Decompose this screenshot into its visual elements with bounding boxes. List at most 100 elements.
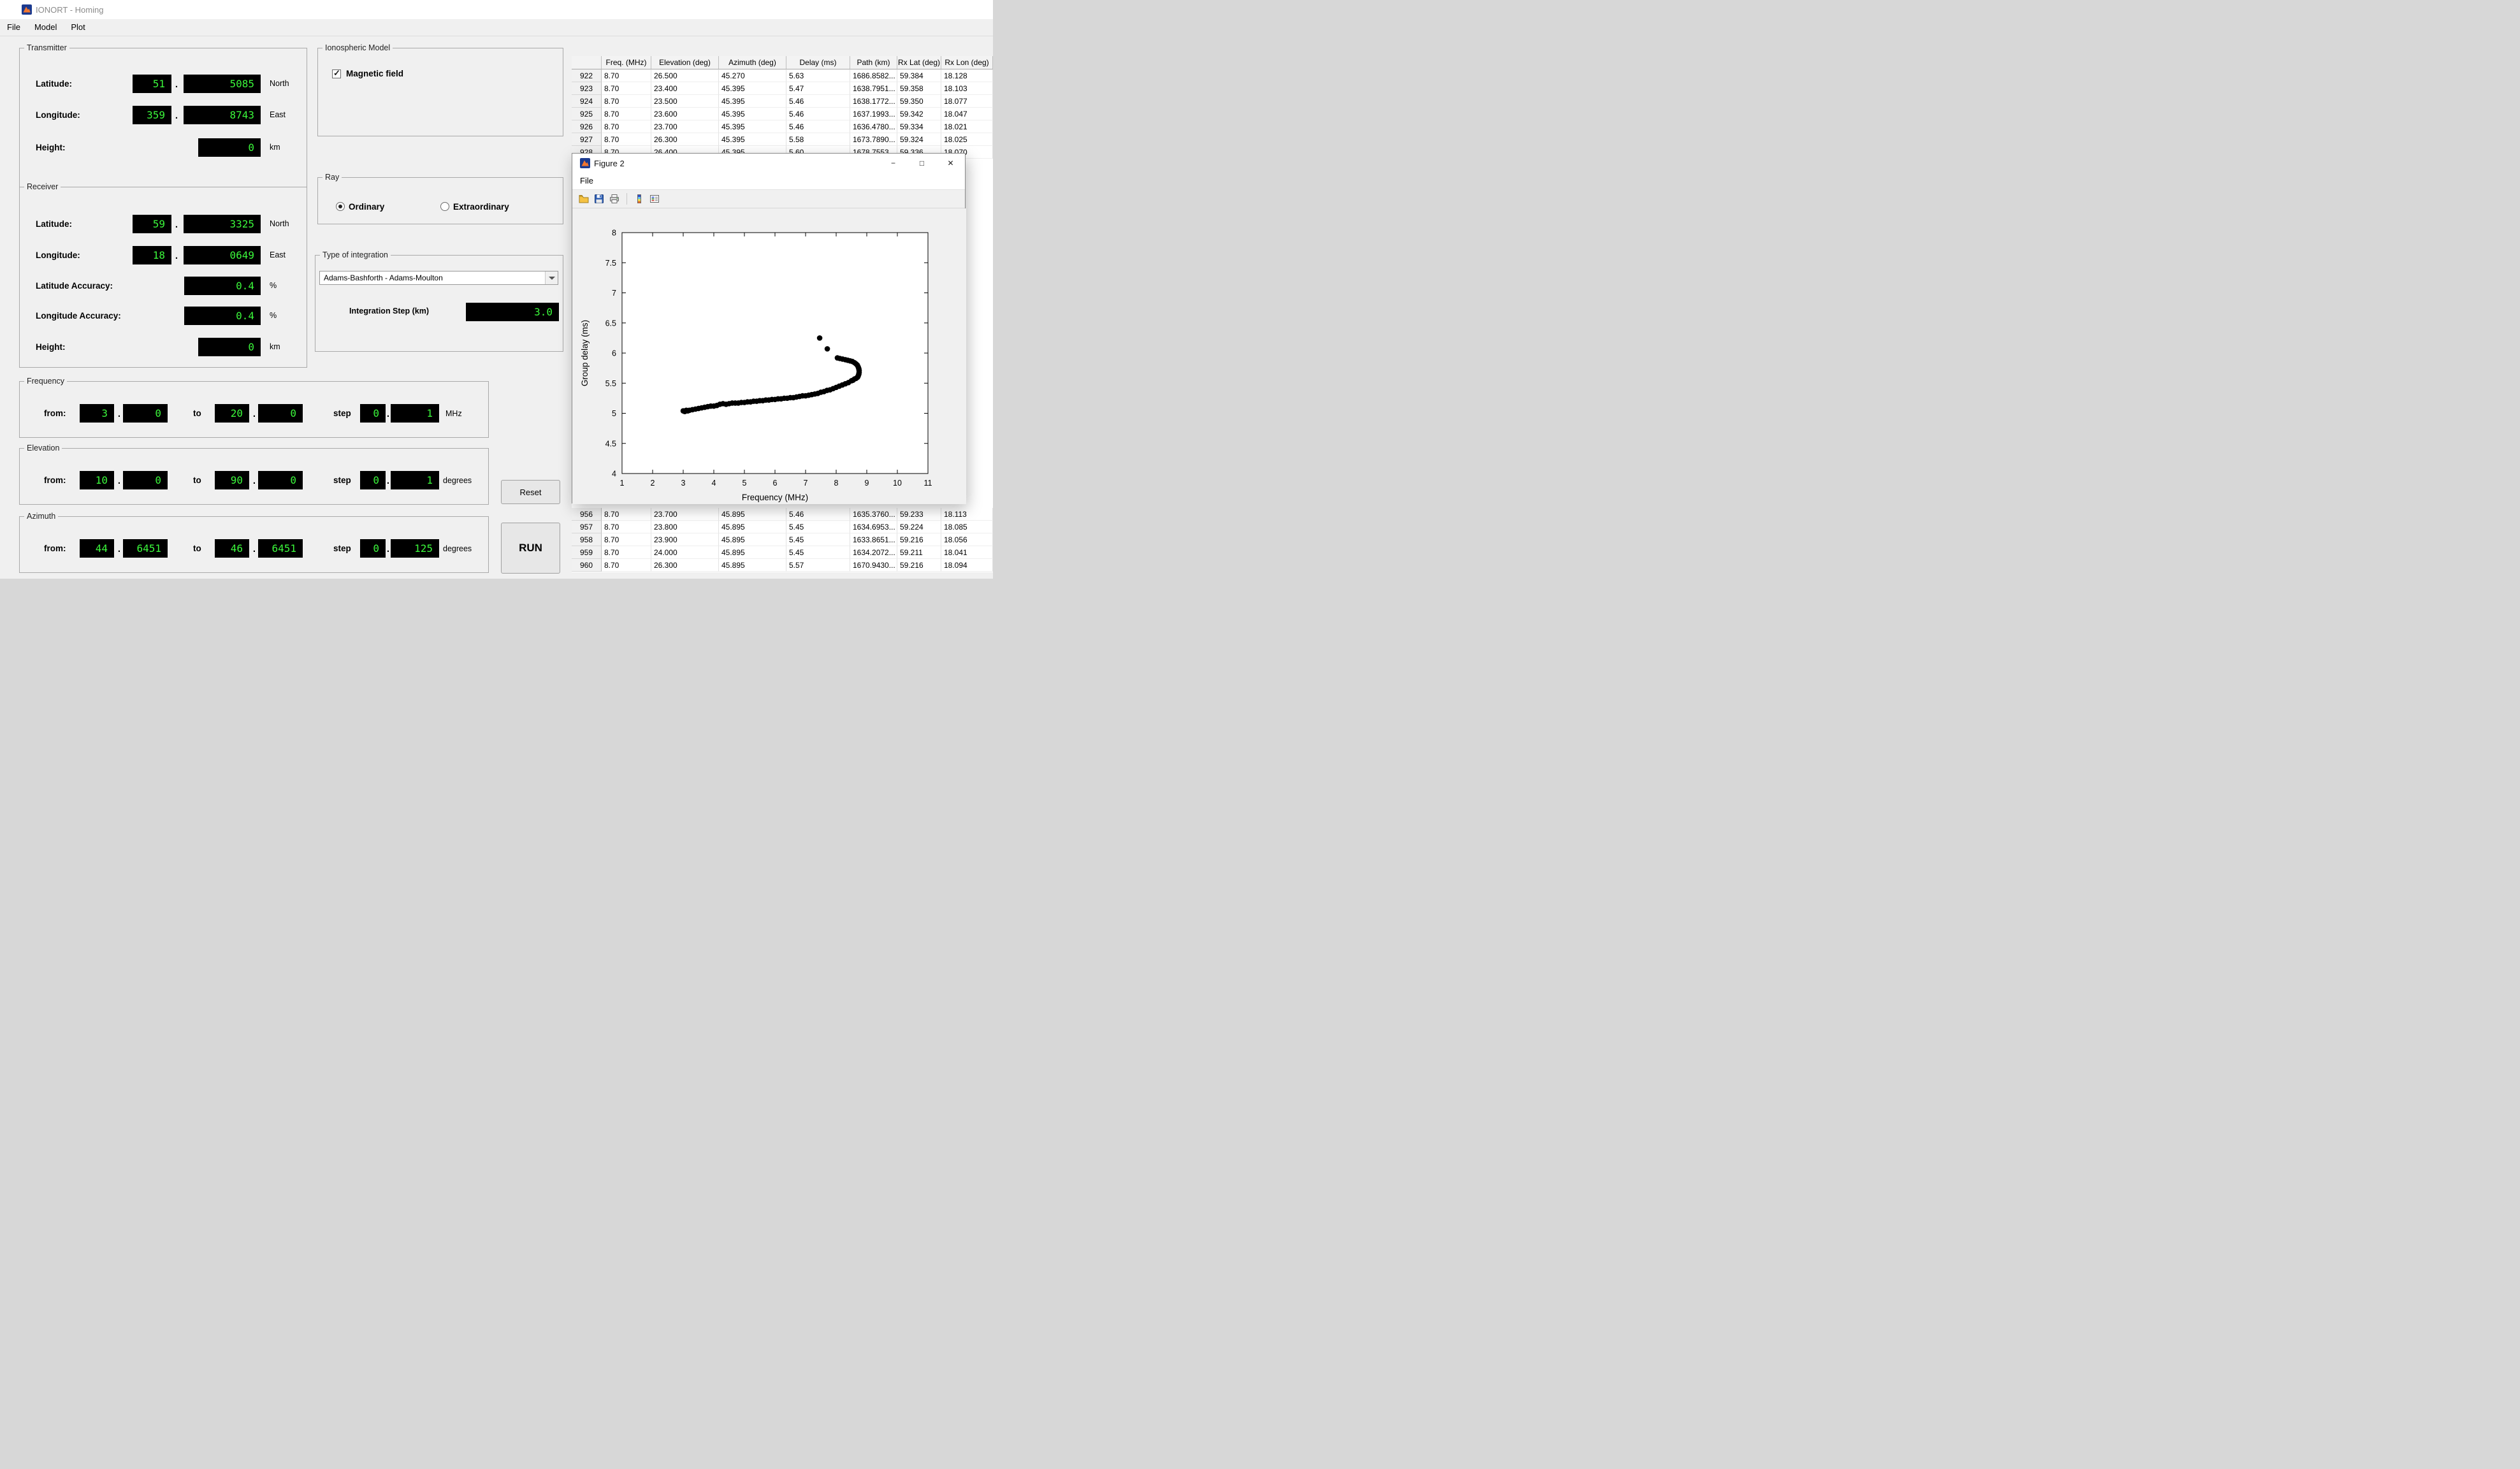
integration-step-field[interactable]: 3.0 — [466, 303, 559, 321]
row-number[interactable]: 925 — [572, 108, 602, 120]
table-cell[interactable]: 8.70 — [602, 95, 651, 108]
table-cell[interactable]: 1634.2072... — [850, 546, 897, 559]
ordinary-radio[interactable] — [336, 202, 345, 211]
rx-latitude-frac-field[interactable]: 3325 — [184, 215, 261, 233]
row-number[interactable]: 957 — [572, 521, 602, 533]
run-button[interactable]: RUN — [501, 523, 560, 574]
table-cell[interactable]: 59.216 — [897, 559, 941, 572]
table-cell[interactable]: 23.500 — [651, 95, 719, 108]
table-column-header[interactable]: Delay (ms) — [786, 56, 850, 69]
table-cell[interactable]: 1638.1772... — [850, 95, 897, 108]
table-column-header[interactable]: Rx Lon (deg) — [941, 56, 993, 69]
table-cell[interactable]: 18.025 — [941, 133, 993, 146]
elevation-step-frac-field[interactable]: 1 — [391, 471, 439, 489]
table-cell[interactable]: 18.041 — [941, 546, 993, 559]
frequency-to-int-field[interactable]: 20 — [215, 404, 249, 423]
figure-titlebar[interactable]: Figure 2 − □ ✕ — [572, 154, 965, 173]
azimuth-to-int-field[interactable]: 46 — [215, 539, 249, 558]
table-cell[interactable]: 59.211 — [897, 546, 941, 559]
table-cell[interactable]: 8.70 — [602, 508, 651, 521]
table-cell[interactable]: 5.45 — [786, 521, 850, 533]
table-cell[interactable]: 26.300 — [651, 559, 719, 572]
table-cell[interactable]: 23.800 — [651, 521, 719, 533]
table-cell[interactable]: 5.47 — [786, 82, 850, 95]
table-cell[interactable]: 8.70 — [602, 546, 651, 559]
elevation-from-frac-field[interactable]: 0 — [123, 471, 168, 489]
frequency-from-int-field[interactable]: 3 — [80, 404, 114, 423]
table-cell[interactable]: 45.395 — [719, 95, 786, 108]
table-cell[interactable]: 59.342 — [897, 108, 941, 120]
table-cell[interactable]: 59.233 — [897, 508, 941, 521]
table-cell[interactable]: 1634.6953... — [850, 521, 897, 533]
rx-latitude-int-field[interactable]: 59 — [133, 215, 171, 233]
row-number[interactable]: 924 — [572, 95, 602, 108]
table-cell[interactable]: 8.70 — [602, 82, 651, 95]
row-number[interactable]: 922 — [572, 69, 602, 82]
table-cell[interactable]: 45.895 — [719, 559, 786, 572]
rx-lat-accuracy-field[interactable]: 0.4 — [184, 277, 261, 295]
minimize-icon[interactable]: − — [879, 154, 908, 173]
table-cell[interactable]: 18.047 — [941, 108, 993, 120]
table-cell[interactable]: 18.021 — [941, 120, 993, 133]
table-cell[interactable]: 59.350 — [897, 95, 941, 108]
table-cell[interactable]: 8.70 — [602, 108, 651, 120]
elevation-step-int-field[interactable]: 0 — [360, 471, 386, 489]
frequency-step-int-field[interactable]: 0 — [360, 404, 386, 423]
azimuth-to-frac-field[interactable]: 6451 — [258, 539, 303, 558]
table-cell[interactable]: 18.056 — [941, 533, 993, 546]
table-cell[interactable]: 5.63 — [786, 69, 850, 82]
table-cell[interactable]: 1673.7890... — [850, 133, 897, 146]
row-number[interactable]: 960 — [572, 559, 602, 572]
menu-model[interactable]: Model — [27, 19, 64, 36]
app-titlebar[interactable]: IONORT - Homing — [0, 0, 993, 19]
table-cell[interactable]: 8.70 — [602, 521, 651, 533]
azimuth-from-frac-field[interactable]: 6451 — [123, 539, 168, 558]
table-cell[interactable]: 1633.8651... — [850, 533, 897, 546]
frequency-from-frac-field[interactable]: 0 — [123, 404, 168, 423]
elevation-from-int-field[interactable]: 10 — [80, 471, 114, 489]
colorbar-icon[interactable] — [632, 191, 647, 206]
table-cell[interactable]: 5.45 — [786, 546, 850, 559]
table-cell[interactable]: 59.334 — [897, 120, 941, 133]
table-cell[interactable]: 18.128 — [941, 69, 993, 82]
row-number[interactable]: 959 — [572, 546, 602, 559]
rx-height-field[interactable]: 0 — [198, 338, 261, 356]
legend-icon[interactable] — [647, 191, 662, 206]
table-cell[interactable]: 5.46 — [786, 108, 850, 120]
azimuth-step-int-field[interactable]: 0 — [360, 539, 386, 558]
table-cell[interactable]: 1636.4780... — [850, 120, 897, 133]
table-cell[interactable]: 18.077 — [941, 95, 993, 108]
magnetic-field-checkbox[interactable] — [332, 69, 341, 78]
table-cell[interactable]: 18.094 — [941, 559, 993, 572]
table-cell[interactable]: 45.895 — [719, 533, 786, 546]
menu-plot[interactable]: Plot — [64, 19, 92, 36]
table-cell[interactable]: 26.500 — [651, 69, 719, 82]
table-cell[interactable]: 23.400 — [651, 82, 719, 95]
frequency-step-frac-field[interactable]: 1 — [391, 404, 439, 423]
table-cell[interactable]: 5.46 — [786, 95, 850, 108]
table-cell[interactable]: 18.103 — [941, 82, 993, 95]
table-cell[interactable]: 1637.1993... — [850, 108, 897, 120]
table-cell[interactable]: 1686.8582... — [850, 69, 897, 82]
table-cell[interactable]: 23.900 — [651, 533, 719, 546]
tx-latitude-frac-field[interactable]: 5085 — [184, 75, 261, 93]
table-column-header[interactable]: Azimuth (deg) — [719, 56, 786, 69]
table-cell[interactable]: 1670.9430... — [850, 559, 897, 572]
table-cell[interactable]: 45.270 — [719, 69, 786, 82]
azimuth-step-frac-field[interactable]: 125 — [391, 539, 439, 558]
row-number[interactable]: 958 — [572, 533, 602, 546]
integration-method-dropdown[interactable]: Adams-Bashforth - Adams-Moulton — [319, 271, 558, 285]
save-icon[interactable] — [591, 191, 607, 206]
table-cell[interactable]: 45.895 — [719, 546, 786, 559]
table-cell[interactable]: 5.46 — [786, 508, 850, 521]
frequency-to-frac-field[interactable]: 0 — [258, 404, 303, 423]
table-cell[interactable]: 8.70 — [602, 120, 651, 133]
print-icon[interactable] — [607, 191, 622, 206]
table-cell[interactable]: 18.113 — [941, 508, 993, 521]
azimuth-from-int-field[interactable]: 44 — [80, 539, 114, 558]
table-cell[interactable]: 23.700 — [651, 120, 719, 133]
elevation-to-frac-field[interactable]: 0 — [258, 471, 303, 489]
open-file-icon[interactable] — [576, 191, 591, 206]
table-cell[interactable]: 8.70 — [602, 533, 651, 546]
elevation-to-int-field[interactable]: 90 — [215, 471, 249, 489]
